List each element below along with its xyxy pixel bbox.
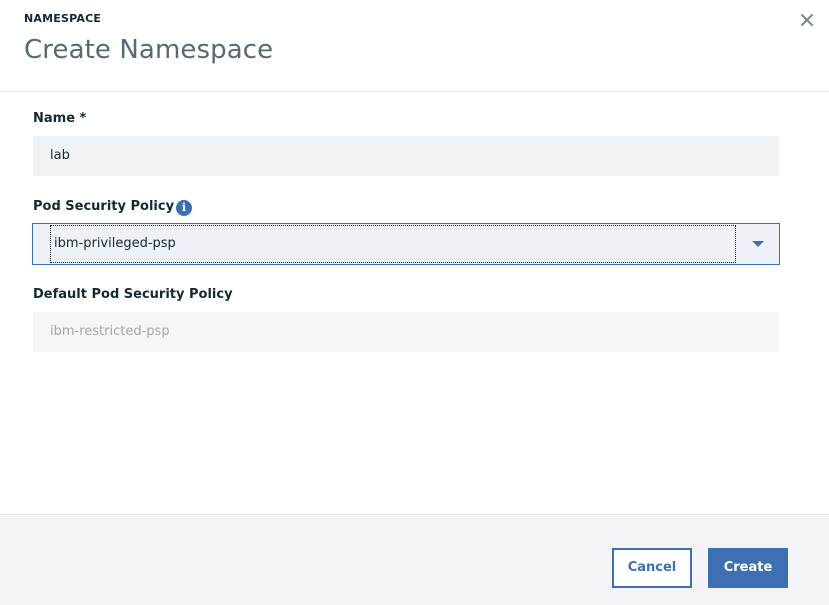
pod-security-policy-selected: ibm-privileged-psp [50,225,736,263]
info-icon[interactable]: i [176,200,192,216]
name-input[interactable]: lab [33,136,779,176]
default-pod-security-policy-field: ibm-restricted-psp [33,312,779,352]
pod-security-policy-label: Pod Security Policy * [33,199,186,214]
close-button[interactable] [800,8,820,32]
modal-title: Create Namespace [24,35,274,65]
create-namespace-modal: NAMESPACE Create Namespace Name * lab Po… [0,0,829,605]
cancel-button[interactable]: Cancel [612,548,692,588]
modal-header: NAMESPACE Create Namespace [0,0,829,92]
create-button[interactable]: Create [708,548,788,588]
default-pod-security-policy-label: Default Pod Security Policy [33,287,233,302]
select-caret[interactable] [737,224,779,264]
name-label: Name * [33,111,87,126]
modal-footer: Cancel Create [0,514,829,605]
pod-security-policy-select[interactable]: ibm-privileged-psp [32,223,780,265]
chevron-down-icon [752,240,764,247]
close-icon [801,14,813,26]
modal-eyebrow: NAMESPACE [24,12,102,25]
